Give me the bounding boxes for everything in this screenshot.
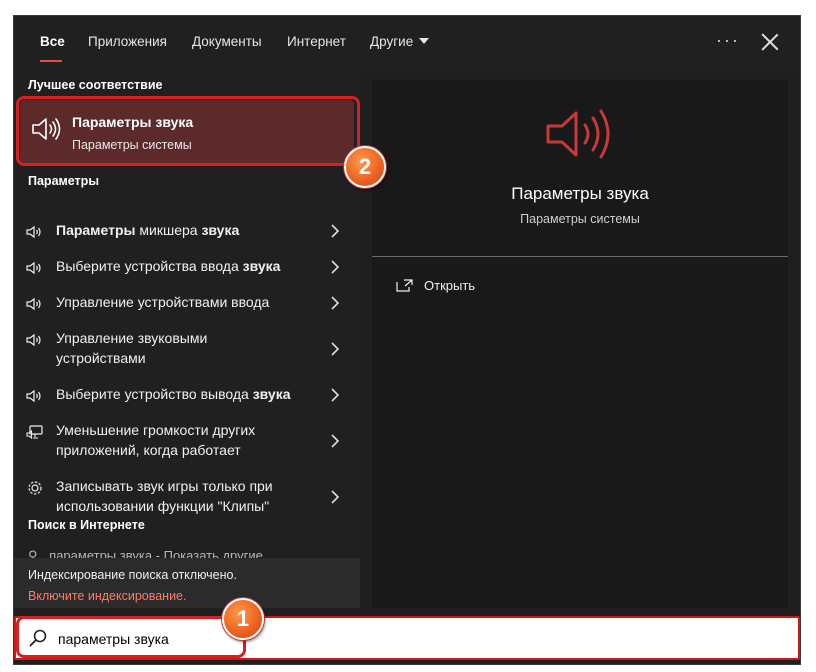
best-match-heading: Лучшее соответствие <box>28 78 163 92</box>
tab-web[interactable]: Интернет <box>287 34 346 49</box>
indexing-text: Индексирование поиска отключено. <box>28 568 237 582</box>
list-item[interactable]: Выберите устройство вывода звука <box>14 384 360 408</box>
chevron-right-icon <box>331 296 340 310</box>
list-item[interactable]: Выберите устройства ввода звука <box>14 256 360 280</box>
monitor-speaker-icon <box>26 425 43 440</box>
open-label: Открыть <box>424 278 476 293</box>
list-item[interactable]: Параметры микшера звука <box>14 220 360 244</box>
step-badge-2: 2 <box>344 146 386 188</box>
list-item[interactable]: Уменьшение громкости других приложений, … <box>14 420 360 464</box>
enable-indexing-link[interactable]: Включите индексирование. <box>28 589 186 603</box>
list-item[interactable]: Управление звуковыми устройствами <box>14 328 360 372</box>
active-tab-indicator <box>40 60 62 62</box>
chevron-right-icon <box>331 388 340 402</box>
list-item[interactable]: Записывать звук игры только при использо… <box>14 476 360 520</box>
list-item-label: Уменьшение громкости других приложений, … <box>56 422 256 458</box>
search-tabs-bar: Все Приложения Документы Интернет Другие… <box>14 16 800 68</box>
list-item-label: Выберите устройство вывода звука <box>56 386 291 402</box>
chevron-right-icon <box>331 342 340 356</box>
preview-title: Параметры звука <box>511 184 649 203</box>
chevron-right-icon <box>331 490 340 504</box>
speaker-icon <box>26 225 41 239</box>
list-item-label: Выберите устройства ввода звука <box>56 258 281 274</box>
chevron-right-icon <box>331 260 340 274</box>
step-badge-1: 1 <box>222 598 264 640</box>
chevron-right-icon <box>331 224 340 238</box>
preview-pane: Параметры звука Параметры системы Открыт… <box>372 80 788 608</box>
indexing-notice: Индексирование поиска отключено. Включит… <box>14 558 360 608</box>
open-external-icon <box>396 279 413 292</box>
list-item-label: Управление звуковыми устройствами <box>56 330 208 366</box>
gear-icon <box>28 481 42 495</box>
speaker-icon <box>546 109 610 159</box>
preview-subtitle: Параметры системы <box>520 212 640 226</box>
tab-more-label: Другие <box>370 34 414 49</box>
settings-heading: Параметры <box>28 174 99 188</box>
highlight-frame-search <box>16 616 246 658</box>
list-item-label: Параметры микшера звука <box>56 222 240 238</box>
speaker-icon <box>26 261 41 275</box>
more-options-icon[interactable]: ··· <box>716 30 740 51</box>
speaker-icon <box>26 333 41 347</box>
list-item-label: Записывать звук игры только при использо… <box>56 478 273 514</box>
close-icon[interactable] <box>756 28 784 56</box>
divider <box>372 256 788 257</box>
chevron-right-icon <box>331 434 340 448</box>
list-item[interactable]: Управление устройствами ввода <box>14 292 360 316</box>
highlight-frame-best-match <box>16 96 360 166</box>
tab-documents[interactable]: Документы <box>192 34 262 49</box>
speaker-icon <box>26 297 41 311</box>
speaker-icon <box>26 389 41 403</box>
list-item-label: Управление устройствами ввода <box>56 294 270 310</box>
tab-more[interactable]: Другие <box>370 34 430 49</box>
web-search-heading: Поиск в Интернете <box>28 518 145 532</box>
chevron-down-icon <box>419 38 430 44</box>
tab-apps[interactable]: Приложения <box>88 34 167 49</box>
tab-all[interactable]: Все <box>40 34 65 49</box>
